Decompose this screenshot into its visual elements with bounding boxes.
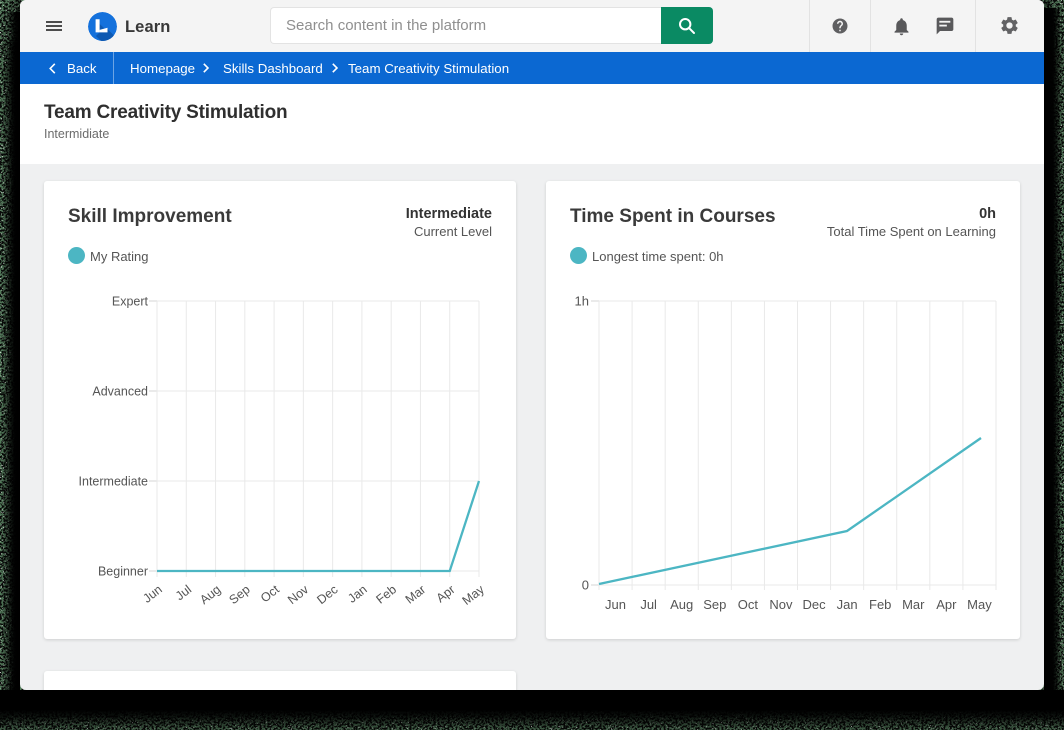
svg-text:1h: 1h bbox=[575, 294, 589, 309]
svg-text:Dec: Dec bbox=[314, 582, 340, 607]
svg-text:May: May bbox=[460, 582, 488, 608]
svg-text:Jul: Jul bbox=[173, 582, 194, 603]
svg-text:May: May bbox=[967, 597, 992, 612]
svg-text:Advanced: Advanced bbox=[92, 385, 148, 399]
svg-text:Nov: Nov bbox=[769, 597, 793, 612]
svg-text:Jul: Jul bbox=[640, 597, 657, 612]
svg-text:Oct: Oct bbox=[258, 582, 282, 605]
svg-text:Jan: Jan bbox=[837, 597, 858, 612]
svg-text:Sep: Sep bbox=[227, 582, 253, 607]
svg-text:Aug: Aug bbox=[197, 582, 223, 607]
svg-text:Nov: Nov bbox=[285, 582, 312, 607]
svg-text:Jun: Jun bbox=[605, 597, 626, 612]
svg-text:Beginner: Beginner bbox=[98, 565, 148, 579]
svg-text:Intermediate: Intermediate bbox=[79, 475, 149, 489]
svg-text:Feb: Feb bbox=[373, 582, 399, 606]
svg-text:Jun: Jun bbox=[140, 582, 165, 605]
svg-text:Feb: Feb bbox=[869, 597, 891, 612]
svg-text:Jan: Jan bbox=[345, 582, 370, 605]
svg-text:Sep: Sep bbox=[703, 597, 726, 612]
svg-text:0: 0 bbox=[582, 578, 589, 593]
svg-text:Dec: Dec bbox=[802, 597, 826, 612]
svg-text:Mar: Mar bbox=[403, 582, 429, 606]
svg-text:Oct: Oct bbox=[738, 597, 759, 612]
svg-text:Apr: Apr bbox=[434, 582, 458, 605]
svg-text:Apr: Apr bbox=[936, 597, 957, 612]
svg-text:Mar: Mar bbox=[902, 597, 925, 612]
svg-text:Aug: Aug bbox=[670, 597, 693, 612]
svg-text:Expert: Expert bbox=[112, 295, 149, 309]
